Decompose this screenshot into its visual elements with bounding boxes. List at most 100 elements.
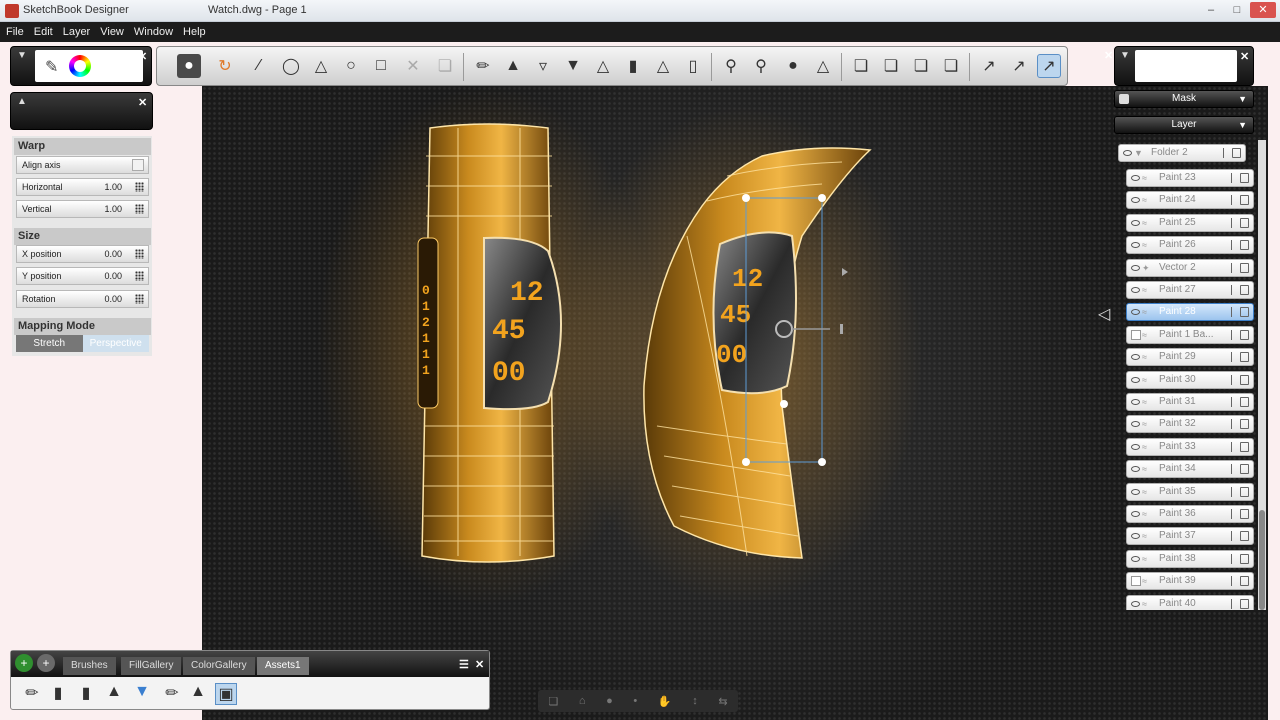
link-icon[interactable]	[1231, 240, 1237, 251]
layer-scrollbar[interactable]	[1258, 140, 1266, 610]
layer-row[interactable]: ≈ Paint 24	[1126, 191, 1254, 210]
lock-icon[interactable]	[1240, 285, 1249, 295]
transform-handle[interactable]	[742, 194, 750, 202]
slider-grid-icon[interactable]	[135, 294, 144, 304]
layer-row[interactable]: ≈ Paint 29	[1126, 348, 1254, 367]
layer-dropdown[interactable]: Layer ▼	[1114, 116, 1254, 134]
lock-icon[interactable]	[1240, 486, 1249, 497]
lock-icon[interactable]	[1240, 352, 1249, 363]
visibility-eye-icon[interactable]	[1131, 421, 1140, 428]
slider-grid-icon[interactable]	[135, 271, 144, 281]
link-icon[interactable]	[1231, 464, 1237, 475]
link-icon[interactable]	[1231, 486, 1237, 497]
visibility-eye-icon[interactable]	[1131, 376, 1140, 383]
close-toolbar-icon[interactable]: ✕	[1104, 49, 1113, 62]
visibility-checkbox[interactable]	[1131, 576, 1141, 587]
align-axis-checkbox[interactable]	[132, 159, 144, 171]
horizontal-value[interactable]: 1.00	[104, 179, 122, 195]
link-icon[interactable]	[1231, 397, 1237, 407]
lock-icon[interactable]	[1232, 148, 1241, 158]
smudge-tool-icon[interactable]: △	[811, 54, 835, 78]
visibility-eye-icon[interactable]	[1131, 354, 1140, 361]
menu-view[interactable]: View	[100, 26, 124, 38]
layer-row[interactable]: ≈ Paint 26	[1126, 236, 1254, 255]
x-position-value[interactable]: 0.00	[104, 246, 122, 262]
lock-icon[interactable]	[1240, 195, 1249, 206]
lock-icon[interactable]	[1240, 419, 1249, 430]
lock-icon[interactable]	[1240, 329, 1249, 340]
eraser-brush-icon[interactable]: ▮	[75, 683, 97, 705]
collapse-chevron-icon[interactable]: ▼	[17, 50, 27, 61]
visibility-eye-icon[interactable]	[1123, 150, 1132, 156]
ellipse-select-icon[interactable]: ○	[339, 54, 363, 78]
visibility-eye-icon[interactable]	[1131, 309, 1140, 316]
cut-icon[interactable]: ✕	[401, 54, 425, 78]
link-icon[interactable]	[1231, 329, 1237, 340]
scale-tool-icon[interactable]: ↗	[977, 54, 1001, 78]
marker-tool-icon[interactable]: ▲	[501, 54, 525, 78]
line-tool-icon[interactable]: ∕	[247, 54, 271, 78]
perspective-button[interactable]: Perspective	[82, 335, 149, 352]
visibility-eye-icon[interactable]	[1131, 287, 1140, 293]
visibility-eye-icon[interactable]	[1131, 264, 1140, 271]
layer-row[interactable]: ≈ Paint 30	[1126, 370, 1254, 389]
stamp-icon[interactable]: ❏	[433, 54, 457, 78]
lock-icon[interactable]	[1240, 576, 1249, 587]
lock-icon[interactable]	[1240, 262, 1249, 273]
lock-icon[interactable]	[1240, 217, 1249, 228]
lock-icon[interactable]	[1240, 240, 1249, 251]
rotation-row[interactable]: Rotation 0.00	[16, 290, 149, 308]
lock-icon[interactable]	[1240, 509, 1249, 519]
layer-row[interactable]: ≈ Paint 34	[1126, 460, 1254, 479]
lock-icon[interactable]	[1240, 307, 1249, 318]
airbrush-icon[interactable]: ▲	[103, 683, 125, 705]
transform-handle[interactable]	[818, 194, 826, 202]
link-icon[interactable]	[1231, 217, 1237, 228]
rotation-value[interactable]: 0.00	[104, 291, 122, 307]
eraser-tool-icon[interactable]: ▯	[681, 54, 705, 78]
zoom-tool-icon[interactable]: ⚲	[749, 54, 773, 78]
lock-icon[interactable]	[1240, 464, 1249, 475]
link-icon[interactable]	[1223, 148, 1229, 158]
close-panel-icon[interactable]: ✕	[138, 96, 147, 109]
scrollbar-thumb[interactable]	[1259, 510, 1265, 610]
airbrush-tool-icon[interactable]: ▼	[561, 54, 585, 78]
paint-tool-icon[interactable]: ▮	[621, 54, 645, 78]
rect-select-icon[interactable]: □	[369, 54, 393, 78]
minimize-icon[interactable]: –	[1198, 2, 1224, 18]
lock-icon[interactable]	[1240, 531, 1249, 542]
y-position-row[interactable]: Y position 0.00	[16, 267, 149, 285]
visibility-eye-icon[interactable]	[1131, 175, 1140, 181]
distort-tool-icon[interactable]: ↗	[1007, 54, 1031, 78]
y-position-value[interactable]: 0.00	[104, 268, 122, 284]
link-icon[interactable]	[1231, 352, 1237, 363]
slider-grid-icon[interactable]	[135, 182, 144, 192]
close-window-icon[interactable]: ✕	[1250, 2, 1276, 18]
layer-move-icon[interactable]: ❏	[939, 54, 963, 78]
link-icon[interactable]	[1231, 509, 1237, 519]
link-icon[interactable]	[1231, 531, 1237, 542]
folder-row[interactable]: ▼ Folder 2	[1118, 144, 1246, 162]
horizontal-row[interactable]: Horizontal 1.00	[16, 178, 149, 196]
visibility-eye-icon[interactable]	[1131, 555, 1140, 562]
folder-expand-icon[interactable]: ▼	[1134, 148, 1146, 158]
lock-icon[interactable]	[1240, 374, 1249, 385]
menu-window[interactable]: Window	[134, 26, 173, 38]
blur-tool-icon[interactable]: ●	[781, 54, 805, 78]
zoom-nav-icon[interactable]: ●	[606, 695, 613, 707]
collapse-panel-arrow-icon[interactable]: ◁	[1098, 304, 1110, 324]
link-icon[interactable]	[1231, 307, 1237, 318]
transform-handle[interactable]	[818, 458, 826, 466]
eyedropper-icon[interactable]: ✎	[45, 57, 58, 77]
menu-edit[interactable]: Edit	[34, 26, 53, 38]
link-icon[interactable]	[1231, 173, 1237, 183]
link-icon[interactable]	[1231, 553, 1237, 564]
link-icon[interactable]	[1231, 576, 1237, 587]
link-icon[interactable]	[1231, 374, 1237, 385]
close-gallery-icon[interactable]: ✕	[475, 658, 484, 671]
align-axis-row[interactable]: Align axis	[16, 156, 149, 174]
layer-row[interactable]: ≈ Paint 33	[1126, 437, 1254, 456]
link-icon[interactable]	[1231, 441, 1237, 452]
visibility-eye-icon[interactable]	[1131, 533, 1140, 540]
ink-brush-icon[interactable]: ▲	[187, 683, 209, 705]
